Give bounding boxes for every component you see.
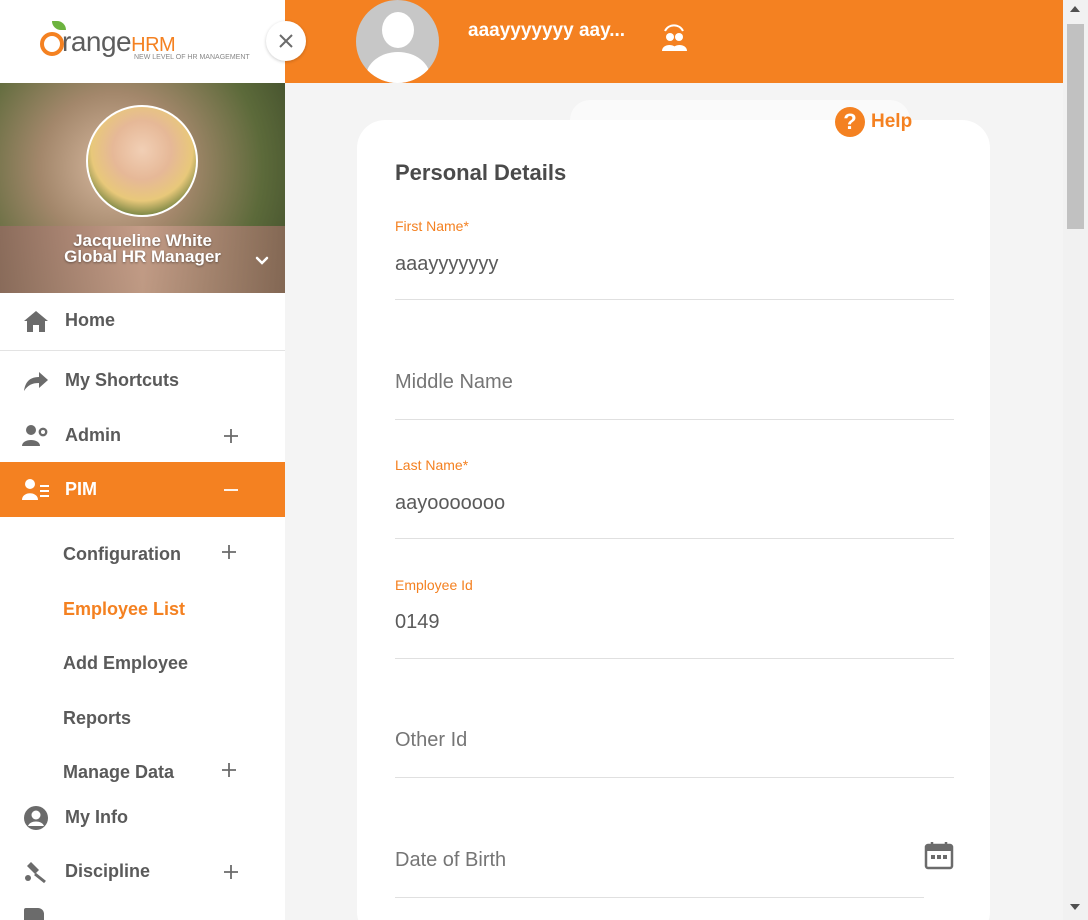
menu-item-label: PIM xyxy=(65,479,98,499)
menu-item-pim[interactable]: PIM xyxy=(0,462,285,517)
date-of-birth-field[interactable]: Date of Birth xyxy=(395,816,954,898)
share-arrow-icon xyxy=(22,367,50,395)
input-underline xyxy=(395,658,954,659)
close-icon xyxy=(279,34,293,48)
plus-icon[interactable] xyxy=(220,543,238,561)
help-button[interactable]: ? Help xyxy=(835,107,912,137)
page-title: Personal Details xyxy=(395,160,567,185)
other-id-input[interactable]: Other Id xyxy=(395,729,467,752)
input-underline xyxy=(395,538,954,539)
calendar-icon[interactable] xyxy=(924,840,954,870)
personal-details-card: Personal Details First Name* aaayyyyyyy … xyxy=(357,120,990,920)
avatar-body-shape xyxy=(366,52,430,83)
submenu-item-add-employee[interactable]: Add Employee xyxy=(0,636,285,691)
last-name-label: Last Name* xyxy=(395,457,468,473)
menu-item-shortcuts[interactable]: My Shortcuts xyxy=(0,353,285,408)
profile-role: Global HR Manager xyxy=(64,247,221,266)
menu-item-admin[interactable]: Admin xyxy=(0,408,285,463)
menu-item-my-info[interactable]: My Info xyxy=(0,790,285,845)
submenu-item-label: Reports xyxy=(63,708,132,728)
scroll-up-arrow-icon[interactable] xyxy=(1070,6,1080,12)
document-icon xyxy=(24,908,44,920)
user-list-icon xyxy=(22,476,50,504)
menu-divider xyxy=(0,350,285,351)
menu-item-home[interactable]: Home xyxy=(0,293,285,348)
employee-id-field[interactable]: Employee Id 0149 xyxy=(395,577,954,659)
menu-item-label: Admin xyxy=(65,425,121,445)
input-underline xyxy=(395,299,954,300)
scroll-down-arrow-icon[interactable] xyxy=(1070,904,1080,910)
required-mark: * xyxy=(462,457,469,473)
last-name-label-text: Last Name xyxy=(395,457,463,473)
first-name-label: First Name* xyxy=(395,218,469,234)
plus-icon[interactable] xyxy=(222,863,240,881)
first-name-field[interactable]: First Name* aaayyyyyyy xyxy=(395,218,954,300)
menu-item-label: Discipline xyxy=(65,861,151,881)
last-name-field[interactable]: Last Name* aayooooooo xyxy=(395,457,954,539)
first-name-label-text: First Name xyxy=(395,218,464,234)
menu-item-label: Home xyxy=(65,310,116,330)
minus-icon[interactable] xyxy=(222,481,240,499)
submenu-item-reports[interactable]: Reports xyxy=(0,691,285,746)
middle-name-input[interactable]: Middle Name xyxy=(395,371,513,394)
date-of-birth-input[interactable]: Date of Birth xyxy=(395,849,506,872)
help-label: Help xyxy=(871,111,913,132)
gavel-icon xyxy=(22,858,50,886)
employee-id-label: Employee Id xyxy=(395,577,473,593)
avatar-head-shape xyxy=(382,12,414,48)
menu-item-label: My Info xyxy=(65,807,128,827)
user-avatar[interactable] xyxy=(86,105,198,217)
chevron-down-icon[interactable] xyxy=(254,253,270,269)
logo-brand-hrm: HRM xyxy=(131,34,176,56)
submenu-item-label: Add Employee xyxy=(63,653,189,673)
page-scrollbar[interactable] xyxy=(1063,0,1088,920)
employee-id-input[interactable]: 0149 xyxy=(395,611,440,634)
submenu-item-label: Configuration xyxy=(63,544,181,564)
submenu-item-label: Manage Data xyxy=(63,762,175,782)
first-name-input[interactable]: aaayyyyyyy xyxy=(395,253,498,276)
help-icon: ? xyxy=(835,107,865,137)
switch-user-icon[interactable] xyxy=(659,24,689,54)
home-icon xyxy=(22,307,50,335)
logo-tagline: NEW LEVEL OF HR MANAGEMENT xyxy=(134,54,250,61)
middle-name-field[interactable]: Middle Name xyxy=(395,338,954,420)
user-gear-icon xyxy=(22,422,50,450)
sidebar-close-button[interactable] xyxy=(266,21,306,61)
employee-name: aaayyyyyyy aay... xyxy=(468,20,626,41)
employee-avatar[interactable] xyxy=(356,0,439,83)
sidebar: rangeHRM NEW LEVEL OF HR MANAGEMENT Jacq… xyxy=(0,0,285,920)
input-underline xyxy=(395,777,954,778)
logo-o-shape xyxy=(40,32,64,56)
orangehrm-logo[interactable]: rangeHRM NEW LEVEL OF HR MANAGEMENT xyxy=(40,18,250,66)
top-bar: aaayyyyyyy aay... xyxy=(285,0,1063,83)
user-circle-icon xyxy=(22,804,50,832)
input-underline xyxy=(395,897,924,898)
logo-area: rangeHRM NEW LEVEL OF HR MANAGEMENT xyxy=(0,0,285,83)
submenu-item-label: Employee List xyxy=(63,599,186,619)
other-id-field[interactable]: Other Id xyxy=(395,696,954,778)
submenu-item-employee-list[interactable]: Employee List xyxy=(0,582,285,637)
last-name-input[interactable]: aayooooooo xyxy=(395,492,505,515)
user-profile-panel: Jacqueline White Global HR Manager xyxy=(0,83,285,293)
submenu-item-configuration[interactable]: Configuration xyxy=(0,527,285,582)
required-mark: * xyxy=(463,218,469,234)
menu-item-discipline[interactable]: Discipline xyxy=(0,844,285,899)
plus-icon[interactable] xyxy=(222,427,240,445)
logo-brand-name: range xyxy=(62,26,132,57)
plus-icon[interactable] xyxy=(220,761,238,779)
menu-item-label: My Shortcuts xyxy=(65,370,180,390)
input-underline xyxy=(395,419,954,420)
scrollbar-thumb[interactable] xyxy=(1067,24,1084,229)
